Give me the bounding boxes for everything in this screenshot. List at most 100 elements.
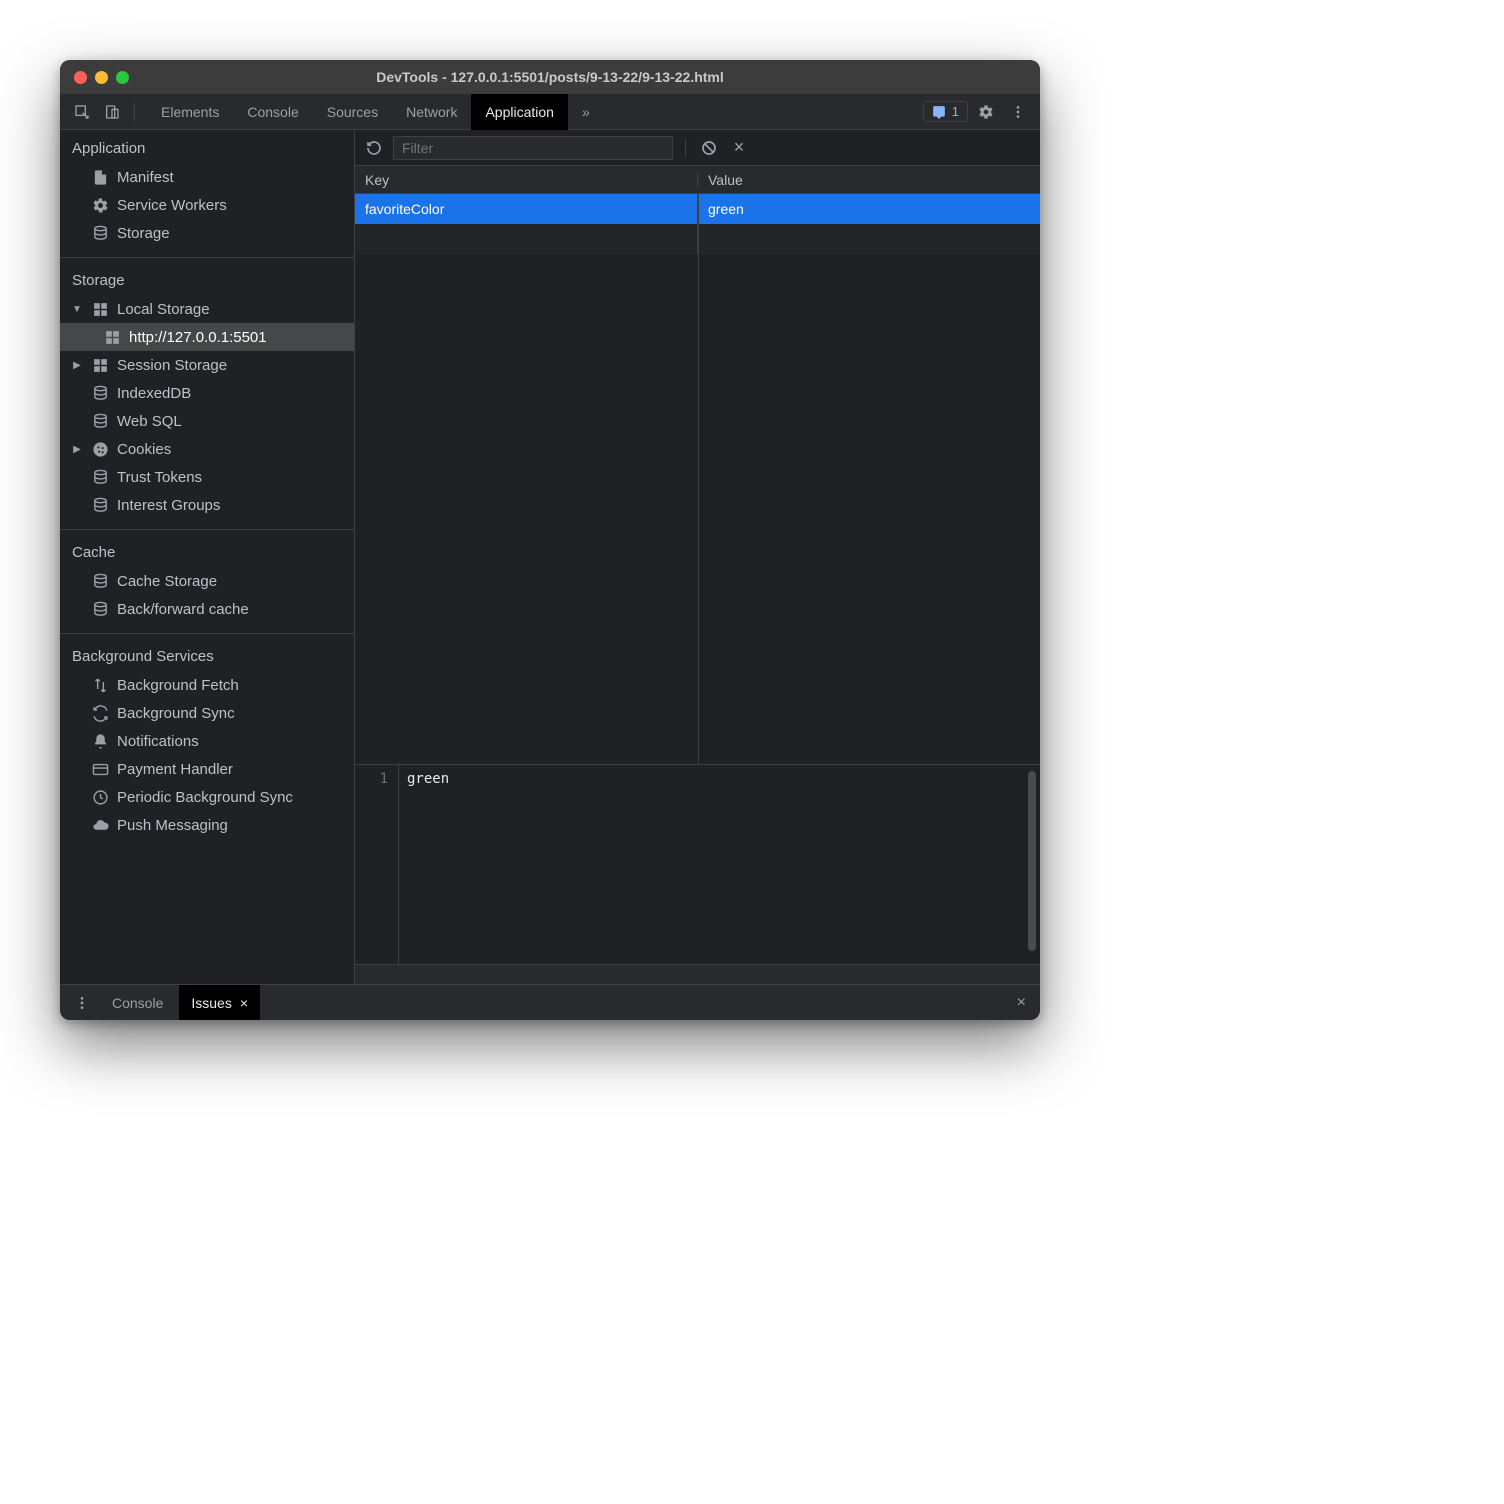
- value-preview: 1 green: [355, 764, 1040, 964]
- db-icon: [92, 601, 109, 618]
- window-title: DevTools - 127.0.0.1:5501/posts/9-13-22/…: [60, 69, 1040, 85]
- grid-icon: [92, 357, 109, 374]
- cell-value: green: [698, 194, 1040, 224]
- tab-overflow[interactable]: »: [568, 94, 604, 130]
- drawer-tab-issues[interactable]: Issues ×: [179, 985, 260, 1021]
- sidebar-item-label: Push Messaging: [117, 817, 228, 834]
- gear-icon: [92, 197, 109, 214]
- content-pane: × Key Value favoriteColor green 1: [355, 130, 1040, 984]
- issues-count: 1: [952, 104, 959, 119]
- application-sidebar: Application Manifest Service Workers Stora…: [60, 130, 355, 984]
- sidebar-item-label: Web SQL: [117, 413, 182, 430]
- db-icon: [92, 225, 109, 242]
- sidebar-item-label: Back/forward cache: [117, 601, 249, 618]
- sidebar-item-label: Interest Groups: [117, 497, 220, 514]
- grid-icon: [104, 329, 121, 346]
- sidebar-item-background-fetch[interactable]: Background Fetch: [60, 671, 354, 699]
- section-storage: Storage: [60, 262, 354, 295]
- sidebar-item-local-storage[interactable]: ▼Local Storage: [60, 295, 354, 323]
- db-icon: [92, 573, 109, 590]
- sidebar-item-web-sql[interactable]: Web SQL: [60, 407, 354, 435]
- filter-input[interactable]: [393, 136, 673, 160]
- drawer-menu-icon[interactable]: [68, 989, 96, 1017]
- sidebar-item-cache-storage[interactable]: Cache Storage: [60, 567, 354, 595]
- clear-all-icon[interactable]: [698, 137, 720, 159]
- device-toolbar-icon[interactable]: [98, 98, 126, 126]
- sidebar-item-manifest[interactable]: Manifest: [60, 163, 354, 191]
- table-header: Key Value: [355, 166, 1040, 194]
- cell-key: favoriteColor: [355, 194, 698, 224]
- sidebar-item-back-forward-cache[interactable]: Back/forward cache: [60, 595, 354, 623]
- divider: [60, 633, 354, 634]
- kebab-menu-icon[interactable]: [1004, 98, 1032, 126]
- issues-badge[interactable]: 1: [923, 101, 968, 122]
- separator: [685, 139, 686, 157]
- sidebar-item-label: Cache Storage: [117, 573, 217, 590]
- sidebar-item-label: Manifest: [117, 169, 174, 186]
- cloud-icon: [92, 817, 109, 834]
- sidebar-item-interest-groups[interactable]: Interest Groups: [60, 491, 354, 519]
- sidebar-item-http-127-0-0-1-5501[interactable]: http://127.0.0.1:5501: [60, 323, 354, 351]
- sidebar-item-label: IndexedDB: [117, 385, 191, 402]
- tab-sources[interactable]: Sources: [313, 94, 392, 130]
- sidebar-item-storage[interactable]: Storage: [60, 219, 354, 247]
- separator: [134, 103, 135, 121]
- line-number: 1: [355, 771, 388, 787]
- sidebar-item-periodic-background-sync[interactable]: Periodic Background Sync: [60, 783, 354, 811]
- sidebar-item-label: Payment Handler: [117, 761, 233, 778]
- updown-icon: [92, 677, 109, 694]
- refresh-icon[interactable]: [363, 137, 385, 159]
- grid-icon: [92, 301, 109, 318]
- sidebar-item-background-sync[interactable]: Background Sync: [60, 699, 354, 727]
- db-icon: [92, 469, 109, 486]
- sidebar-item-payment-handler[interactable]: Payment Handler: [60, 755, 354, 783]
- sidebar-item-label: Storage: [117, 225, 170, 242]
- sidebar-item-label: Background Sync: [117, 705, 235, 722]
- sidebar-item-label: Local Storage: [117, 301, 210, 318]
- panel-tabs: Elements Console Sources Network Applica…: [147, 94, 604, 130]
- issue-icon: [932, 105, 946, 119]
- tab-application[interactable]: Application: [471, 94, 568, 130]
- preview-scrollbar[interactable]: [1028, 771, 1036, 951]
- drawer-tab-console[interactable]: Console: [100, 985, 175, 1021]
- sidebar-item-label: Periodic Background Sync: [117, 789, 293, 806]
- tab-elements[interactable]: Elements: [147, 94, 233, 130]
- traffic-lights: [60, 71, 129, 84]
- maximize-window-button[interactable]: [116, 71, 129, 84]
- drawer: Console Issues × ×: [60, 984, 1040, 1020]
- tab-console[interactable]: Console: [233, 94, 312, 130]
- section-cache: Cache: [60, 534, 354, 567]
- sidebar-item-push-messaging[interactable]: Push Messaging: [60, 811, 354, 839]
- body: Application Manifest Service Workers Stora…: [60, 130, 1040, 984]
- settings-icon[interactable]: [972, 98, 1000, 126]
- preview-text[interactable]: green: [399, 765, 1040, 964]
- table-body: favoriteColor green: [355, 194, 1040, 764]
- delete-selected-icon[interactable]: ×: [728, 137, 750, 159]
- sidebar-item-label: Session Storage: [117, 357, 227, 374]
- inspect-element-icon[interactable]: [68, 98, 96, 126]
- sidebar-item-service-workers[interactable]: Service Workers: [60, 191, 354, 219]
- divider: [60, 257, 354, 258]
- sidebar-item-indexeddb[interactable]: IndexedDB: [60, 379, 354, 407]
- section-application: Application: [60, 130, 354, 163]
- drawer-close-icon[interactable]: ×: [1011, 994, 1032, 1012]
- column-divider[interactable]: [698, 194, 699, 764]
- divider: [60, 529, 354, 530]
- minimize-window-button[interactable]: [95, 71, 108, 84]
- cookie-icon: [92, 441, 109, 458]
- close-window-button[interactable]: [74, 71, 87, 84]
- sidebar-item-notifications[interactable]: Notifications: [60, 727, 354, 755]
- sidebar-item-cookies[interactable]: ▶Cookies: [60, 435, 354, 463]
- close-icon[interactable]: ×: [240, 995, 248, 1011]
- sidebar-item-session-storage[interactable]: ▶Session Storage: [60, 351, 354, 379]
- tab-network[interactable]: Network: [392, 94, 471, 130]
- col-value[interactable]: Value: [698, 172, 1040, 188]
- col-key[interactable]: Key: [355, 172, 698, 188]
- sidebar-item-label: Background Fetch: [117, 677, 239, 694]
- sync-icon: [92, 705, 109, 722]
- bell-icon: [92, 733, 109, 750]
- db-icon: [92, 497, 109, 514]
- sidebar-item-label: http://127.0.0.1:5501: [129, 329, 267, 346]
- sidebar-item-label: Cookies: [117, 441, 171, 458]
- sidebar-item-trust-tokens[interactable]: Trust Tokens: [60, 463, 354, 491]
